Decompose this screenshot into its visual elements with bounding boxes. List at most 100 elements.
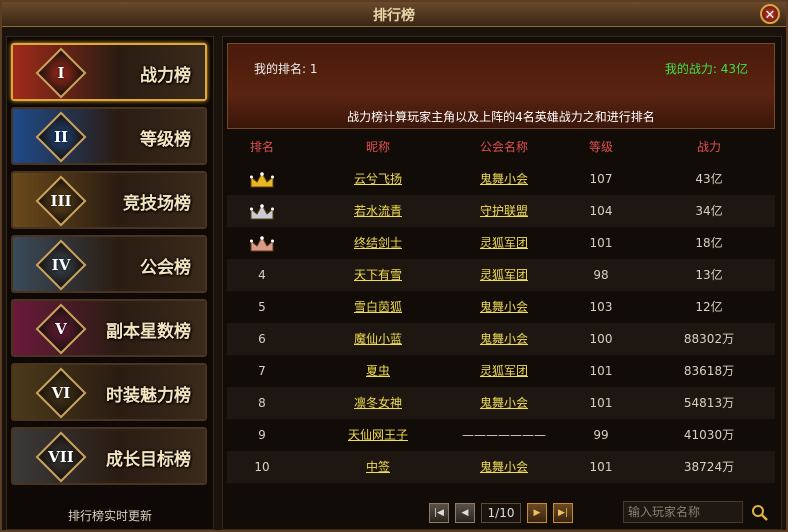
sidebar-item-5[interactable]: V 副本星数榜	[11, 299, 207, 357]
rank-cell: 10	[227, 451, 297, 483]
player-name-link[interactable]: 天下有雪	[323, 259, 433, 291]
table-row: 10 中签 鬼舞小会 101 38724万	[227, 451, 775, 483]
table-row: 7 夏虫 灵狐军团 101 83618万	[227, 355, 775, 387]
rank-number: 8	[258, 396, 266, 410]
player-name[interactable]: 魔仙小蓝	[354, 332, 402, 346]
guild-name[interactable]: 守护联盟	[480, 204, 528, 218]
level-cell: 103	[589, 300, 613, 314]
level-cell: 104	[589, 204, 613, 218]
rank-cell: 8	[227, 387, 297, 419]
last-page-button[interactable]: ▶|	[553, 503, 573, 523]
roman-numeral: III	[50, 192, 72, 210]
rank-cell: 5	[227, 291, 297, 323]
sidebar-item-4[interactable]: IV 公会榜	[11, 235, 207, 293]
guild-name-cell[interactable]: 守护联盟	[449, 195, 559, 227]
guild-name[interactable]: 鬼舞小会	[480, 172, 528, 186]
player-name-link[interactable]: 终结剑士	[323, 227, 433, 259]
rank-number: 5	[258, 300, 266, 314]
prev-page-button[interactable]: ◀	[455, 503, 475, 523]
main-content: 我的排名: 1 我的战力: 43亿 战力榜计算玩家主角以及上阵的4名英雄战力之和…	[222, 36, 782, 530]
next-page-icon: ▶	[533, 508, 541, 518]
power-cell: 41030万	[683, 428, 735, 442]
power-cell: 34亿	[695, 204, 723, 218]
prev-page-icon: ◀	[461, 508, 469, 518]
player-name[interactable]: 天下有雪	[354, 268, 402, 282]
titlebar: 排行榜 ✕	[2, 2, 786, 27]
player-name[interactable]: 中签	[366, 460, 390, 474]
sidebar-item-7[interactable]: VII 成长目标榜	[11, 427, 207, 485]
rank-number: 10	[254, 460, 270, 474]
level-cell: 101	[589, 396, 613, 410]
sidebar-item-3[interactable]: III 竞技场榜	[11, 171, 207, 229]
player-name-link[interactable]: 雪白茵狐	[323, 291, 433, 323]
guild-name-cell[interactable]: 灵狐军团	[449, 259, 559, 291]
player-name[interactable]: 凛冬女神	[354, 396, 402, 410]
rank-cell	[227, 163, 297, 195]
player-name-link[interactable]: 云兮飞扬	[323, 163, 433, 195]
next-page-button[interactable]: ▶	[527, 503, 547, 523]
guild-name[interactable]: 鬼舞小会	[480, 332, 528, 346]
level-cell: 99	[593, 428, 609, 442]
roman-numeral: I	[57, 64, 65, 82]
sidebar-item-2[interactable]: II 等级榜	[11, 107, 207, 165]
guild-name[interactable]: 鬼舞小会	[480, 396, 528, 410]
sidebar-item-label: 副本星数榜	[106, 322, 191, 342]
table-row: 5 雪白茵狐 鬼舞小会 103 12亿	[227, 291, 775, 323]
player-name-link[interactable]: 若水流青	[323, 195, 433, 227]
guild-name-cell[interactable]: 灵狐军团	[449, 227, 559, 259]
player-name-link[interactable]: 天仙网王子	[323, 419, 433, 451]
power-cell: 54813万	[683, 396, 735, 410]
guild-name-cell[interactable]: 鬼舞小会	[449, 323, 559, 355]
player-name-link[interactable]: 夏虫	[323, 355, 433, 387]
guild-name[interactable]: 灵狐军团	[480, 268, 528, 282]
close-button[interactable]: ✕	[760, 4, 780, 24]
power-cell: 13亿	[695, 268, 723, 282]
player-name-link[interactable]: 魔仙小蓝	[323, 323, 433, 355]
player-name[interactable]: 若水流青	[354, 204, 402, 218]
table-row: 若水流青 守护联盟 104 34亿	[227, 195, 775, 227]
player-name-link[interactable]: 中签	[323, 451, 433, 483]
power-cell: 43亿	[695, 172, 723, 186]
crown-icon	[250, 235, 274, 251]
player-name-link[interactable]: 凛冬女神	[323, 387, 433, 419]
player-name[interactable]: 夏虫	[366, 364, 390, 378]
roman-numeral: IV	[51, 256, 71, 274]
rank-number: 6	[258, 332, 266, 346]
leaderboard-window: 排行榜 ✕ 排行榜实时更新 I 战力榜 II 等级榜 III 竞技场榜 IV 公会榜 V 副本星数…	[0, 0, 788, 532]
my-power: 我的战力: 43亿	[664, 62, 748, 76]
guild-name[interactable]: 灵狐军团	[480, 236, 528, 250]
sidebar-item-1[interactable]: I 战力榜	[11, 43, 207, 101]
sidebar-item-label: 竞技场榜	[123, 194, 191, 214]
guild-name[interactable]: 鬼舞小会	[480, 460, 528, 474]
info-banner: 我的排名: 1 我的战力: 43亿 战力榜计算玩家主角以及上阵的4名英雄战力之和…	[227, 43, 775, 129]
sidebar-item-label: 战力榜	[140, 66, 191, 86]
player-search-input[interactable]	[623, 501, 743, 523]
roman-numeral: VI	[51, 384, 71, 402]
guild-name[interactable]: 鬼舞小会	[480, 300, 528, 314]
rank-cell	[227, 195, 297, 227]
power-cell: 18亿	[695, 236, 723, 250]
rank-number: 4	[258, 268, 266, 282]
rank-cell: 9	[227, 419, 297, 451]
guild-name-cell[interactable]: 鬼舞小会	[449, 291, 559, 323]
guild-name-cell[interactable]: 鬼舞小会	[449, 451, 559, 483]
ranking-table: 排名 昵称 公会名称 等级 战力 云兮飞扬 鬼舞小会 107 43亿 若水流青 守护联盟 1…	[227, 135, 775, 483]
player-name[interactable]: 终结剑士	[354, 236, 402, 250]
sidebar-item-6[interactable]: VI 时装魅力榜	[11, 363, 207, 421]
guild-name-cell[interactable]: 灵狐军团	[449, 355, 559, 387]
rank-cell	[227, 227, 297, 259]
header-power: 战力	[696, 140, 721, 154]
guild-name-cell[interactable]: 鬼舞小会	[449, 163, 559, 195]
first-page-button[interactable]: |◀	[429, 503, 449, 523]
search-icon[interactable]	[751, 504, 769, 522]
guild-name[interactable]: 灵狐军团	[480, 364, 528, 378]
player-name[interactable]: 云兮飞扬	[354, 172, 402, 186]
player-name[interactable]: 天仙网王子	[348, 428, 408, 442]
player-name[interactable]: 雪白茵狐	[354, 300, 402, 314]
sidebar-footer: 排行榜实时更新	[67, 509, 152, 523]
guild-name-cell[interactable]: 鬼舞小会	[449, 387, 559, 419]
roman-numeral: VII	[48, 448, 74, 466]
sidebar-item-label: 成长目标榜	[106, 450, 191, 470]
header-name: 昵称	[365, 140, 390, 154]
sidebar-item-label: 公会榜	[140, 258, 191, 278]
